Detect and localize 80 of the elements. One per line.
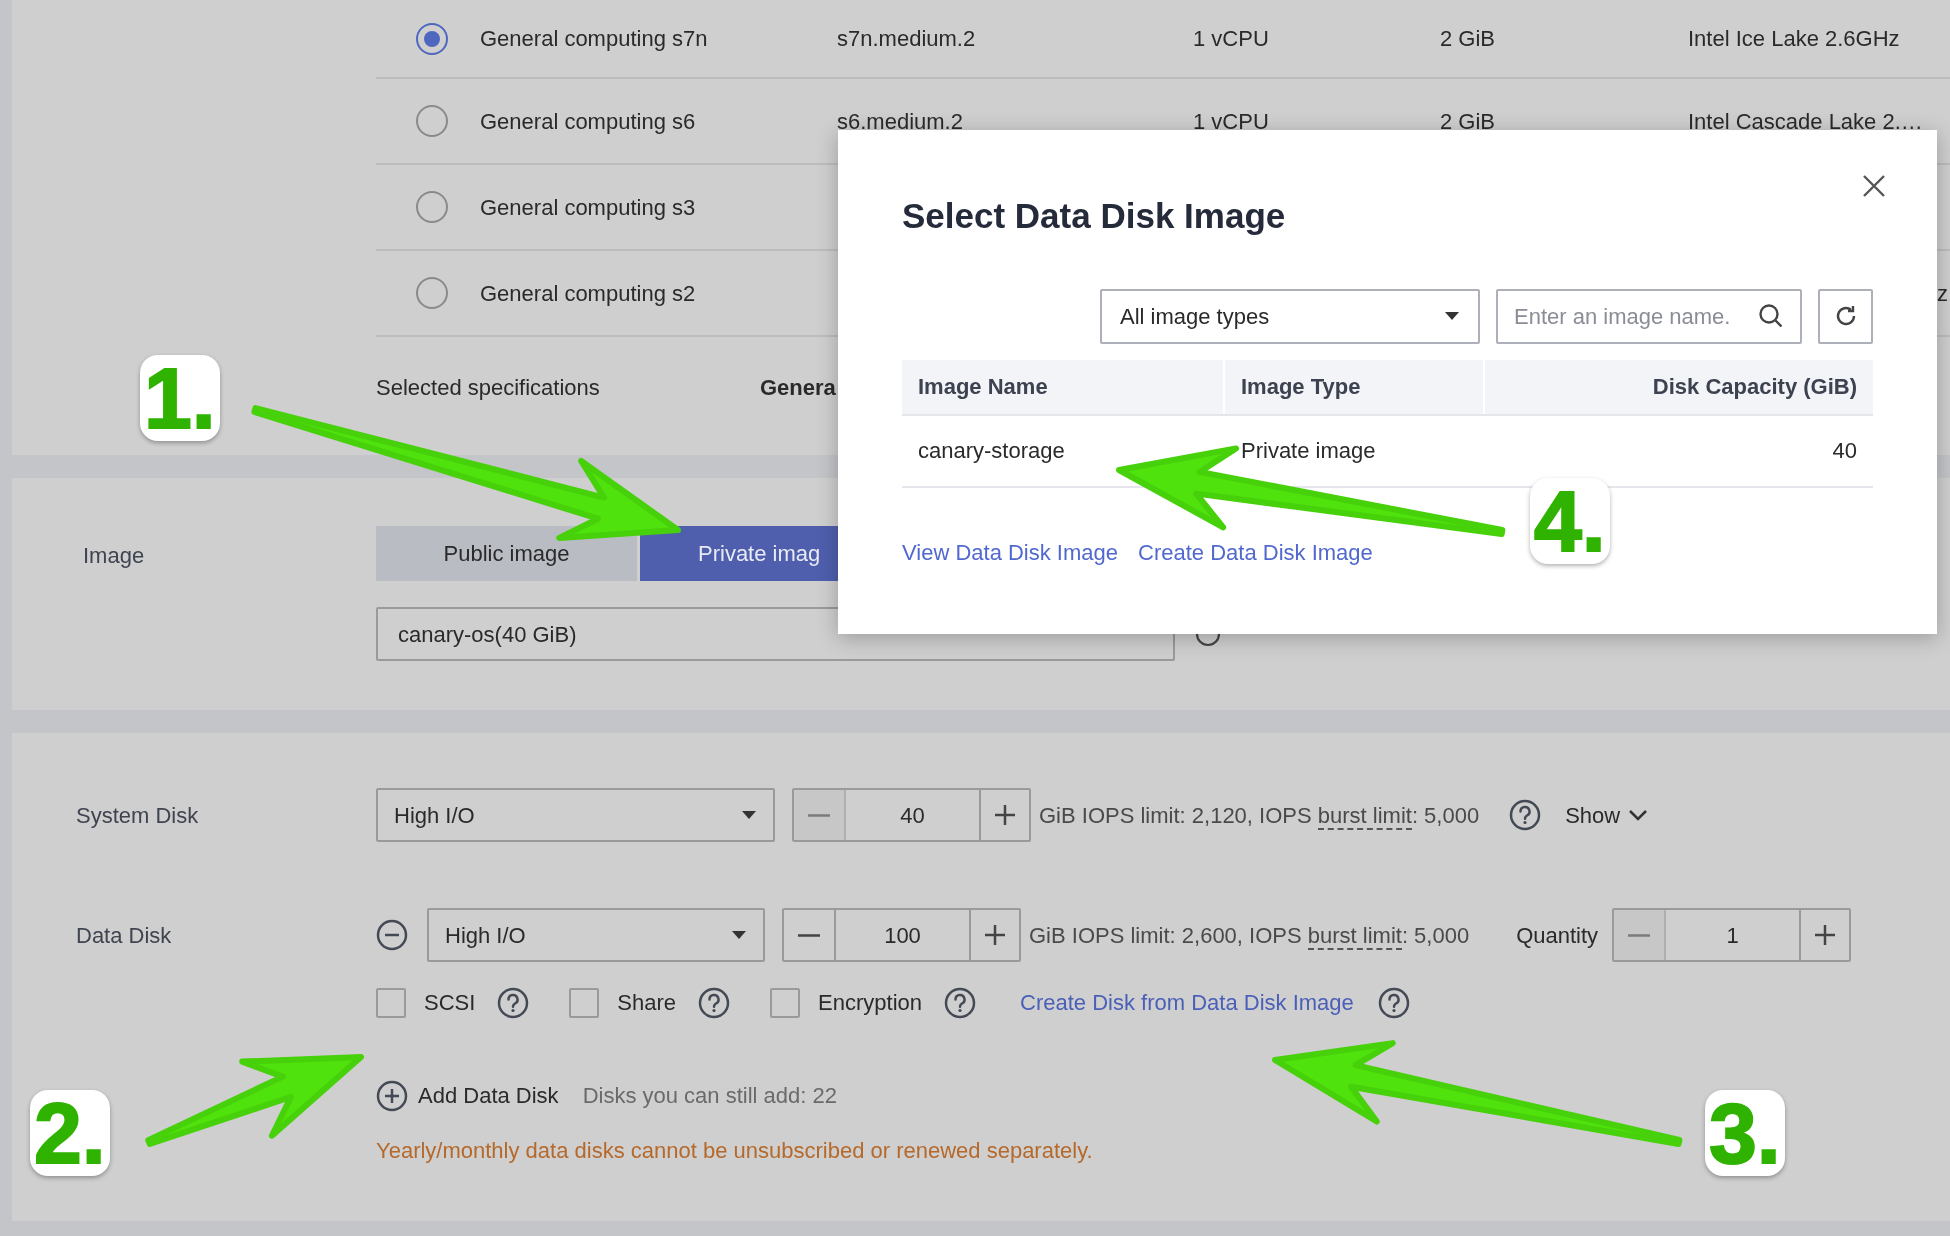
chevron-down-icon [1628, 809, 1649, 821]
number-input[interactable]: 1 [1666, 910, 1800, 960]
checkbox[interactable] [569, 987, 600, 1018]
warning-text: Yearly/monthly data disks cannot be unsubscribed or renewed separately. [376, 1137, 1093, 1165]
field-label: System Disk [76, 801, 200, 830]
minus-icon [798, 933, 820, 937]
checkbox[interactable] [376, 987, 406, 1018]
column-header: Disk Capacity (GiB) [1651, 373, 1858, 401]
table-cell-text: 2 GiB [1440, 25, 1497, 53]
help-icon[interactable] [944, 986, 977, 1019]
caret-icon [1444, 311, 1460, 321]
step-number: 1. [140, 355, 220, 441]
step-number: 2. [30, 1090, 110, 1176]
checkbox-label: SCSI [424, 989, 476, 1017]
step-number: 3. [1705, 1090, 1785, 1176]
field-label: Image [83, 542, 146, 567]
radio-button[interactable] [416, 191, 448, 223]
search-input[interactable]: Enter an image name. [1514, 299, 1758, 333]
spec-name: General computing s2 [480, 279, 697, 308]
caret-icon [741, 810, 757, 820]
checkbox-label: Share [617, 989, 677, 1017]
spec-value: Genera [760, 373, 836, 402]
number-input[interactable]: 100 [836, 910, 969, 960]
search-icon[interactable] [1758, 303, 1784, 329]
plus-icon [983, 923, 1007, 947]
dialog-title: Select Data Disk Image [902, 195, 1286, 237]
help-icon[interactable] [497, 986, 530, 1019]
table-cell-text: Intel Ice Lake 2.6GHz [1688, 25, 1900, 53]
field-label: Selected specifications [376, 373, 601, 402]
minus-icon [1628, 933, 1651, 937]
field-label: Data Disk [76, 921, 173, 950]
help-icon[interactable] [698, 986, 731, 1019]
table-cell-text: z [1937, 279, 1948, 308]
remove-icon[interactable] [376, 919, 408, 951]
iops-info: GiB IOPS limit: 2,600, IOPS burst limit: 5,000 [1029, 921, 1470, 952]
column-header: Image Name [902, 359, 1225, 414]
column-header: Image Type [1225, 359, 1485, 414]
number-stepper[interactable]: 100 [782, 908, 1021, 962]
disk-type-dropdown[interactable]: High I/O [427, 908, 765, 962]
checkbox-label: Encryption [818, 989, 923, 1017]
table-cell-text: Private image [1240, 437, 1377, 465]
radio-button[interactable] [416, 277, 448, 309]
search-field[interactable]: Enter an image name. [1496, 288, 1802, 344]
remaining-count: Disks you can still add: 22 [582, 1082, 837, 1110]
add-icon [376, 1079, 408, 1112]
spec-name: General computing s6 [480, 107, 697, 136]
radio-button[interactable] [416, 22, 448, 55]
number-stepper[interactable]: 1 [1612, 908, 1852, 962]
quantity-label: Quantity [1516, 921, 1599, 950]
create-disk-link[interactable]: Create Disk from Data Disk Image [1020, 986, 1354, 1019]
add-data-disk-button[interactable]: Add Data Disk [376, 1079, 559, 1112]
radio-button[interactable] [416, 105, 448, 137]
image-type-dropdown[interactable]: All image types [1100, 288, 1480, 344]
table-cell-text: Intel Cascade Lake 2.… [1688, 107, 1923, 136]
plus-icon [993, 803, 1017, 827]
tab[interactable]: Public image [376, 526, 637, 581]
spec-name: General computing s3 [480, 193, 697, 222]
help-icon[interactable] [1509, 799, 1542, 831]
table-cell-text: 2 GiB [1440, 107, 1497, 136]
number-input[interactable]: 40 [846, 790, 979, 840]
table-cell-text: canary-storage [917, 437, 1066, 465]
disk-type-dropdown[interactable]: High I/O [376, 788, 775, 842]
refresh-button[interactable] [1818, 288, 1873, 344]
caret-icon [731, 930, 747, 940]
close-icon[interactable] [1862, 174, 1886, 198]
table-cell-text: 1 vCPU [1193, 107, 1270, 136]
minus-icon [808, 813, 830, 817]
iops-info: GiB IOPS limit: 2,120, IOPS burst limit: 5,000 [1039, 801, 1480, 832]
spec-name: General computing s7n [480, 25, 709, 53]
plus-icon [1813, 923, 1838, 947]
table-cell-text: s7n.medium.2 [837, 25, 977, 53]
link[interactable]: Create Data Disk Image [1138, 535, 1373, 569]
table-cell-text: 1 vCPU [1193, 25, 1270, 53]
table-cell-text: 40 [1831, 437, 1858, 465]
table-cell-text: s6.medium.2 [837, 107, 964, 136]
checkbox[interactable] [770, 987, 801, 1018]
show-toggle[interactable]: Show [1565, 798, 1649, 832]
help-icon[interactable] [1377, 986, 1410, 1019]
number-stepper[interactable]: 40 [792, 788, 1031, 842]
link[interactable]: View Data Disk Image [902, 535, 1118, 569]
